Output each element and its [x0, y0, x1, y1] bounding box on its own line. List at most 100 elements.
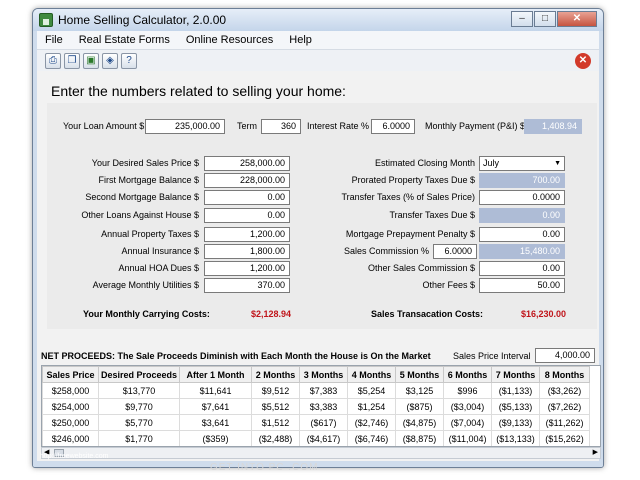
loan-amount-field[interactable]: 235,000.00	[145, 119, 225, 134]
status-url: http://freewebsite.com	[40, 453, 109, 460]
table-cell: $9,512	[251, 382, 301, 399]
copy-icon[interactable]: ❐	[64, 53, 80, 69]
horizontal-scrollbar[interactable]: ◀ ▶	[41, 447, 601, 459]
menu-real-estate-forms[interactable]: Real Estate Forms	[71, 34, 178, 46]
closing-month-select[interactable]: July ▼	[479, 156, 565, 171]
other-loans-field[interactable]: 0.00	[204, 208, 290, 223]
table-cell: ($11,262)	[539, 414, 591, 431]
column-header[interactable]: 6 Months	[443, 366, 493, 383]
second-mortgage-label: Second Mortgage Balance $	[85, 192, 199, 202]
maximize-button[interactable]: □	[534, 11, 556, 27]
menu-online-resources[interactable]: Online Resources	[178, 34, 281, 46]
desired-sales-price-field[interactable]: 258,000.00	[204, 156, 290, 171]
other-fees-field[interactable]: 50.00	[479, 278, 565, 293]
chevron-down-icon: ▼	[554, 160, 561, 167]
sales-commission-value: 15,480.00	[479, 244, 565, 259]
table-cell: ($13,133)	[491, 430, 541, 446]
column-header[interactable]: 7 Months	[491, 366, 541, 383]
hoa-dues-field[interactable]: 1,200.00	[204, 261, 290, 276]
column-header[interactable]: After 1 Month	[179, 366, 253, 383]
table-row[interactable]: $258,000 $13,770 $11,641 $9,512 $7,383 $…	[42, 382, 591, 399]
table-cell: $1,512	[251, 414, 301, 431]
table-header-row: Sales Price Desired Proceeds After 1 Mon…	[42, 366, 591, 383]
property-taxes-field[interactable]: 1,200.00	[204, 227, 290, 242]
app-window: Home Selling Calculator, 2.0.00 – □ ✕ Fi…	[32, 8, 604, 468]
table-row[interactable]: $246,000 $1,770 ($359) ($2,488) ($4,617)…	[42, 430, 591, 446]
monthly-utilities-field[interactable]: 370.00	[204, 278, 290, 293]
table-row[interactable]: $250,000 $5,770 $3,641 $1,512 ($617) ($2…	[42, 414, 591, 431]
close-form-icon[interactable]: ✕	[575, 53, 591, 69]
minimize-button[interactable]: –	[511, 11, 533, 27]
table-cell: $254,000	[42, 398, 99, 415]
column-header[interactable]: 5 Months	[395, 366, 445, 383]
sales-commission-label: Sales Commission %	[343, 246, 429, 256]
sales-price-interval-field[interactable]: 4,000.00	[535, 348, 595, 363]
closing-month-value: July	[483, 158, 500, 168]
monthly-payment-value: 1,408.94	[524, 119, 582, 134]
table-cell: ($4,875)	[395, 414, 445, 431]
sales-commission-pct-field[interactable]: 6.0000	[433, 244, 477, 259]
table-cell: ($4,617)	[299, 430, 349, 446]
table-cell: $1,254	[347, 398, 397, 415]
column-header[interactable]: Sales Price	[42, 366, 99, 383]
monthly-payment-label: Monthly Payment (P&I) $	[425, 121, 526, 131]
column-header[interactable]: 3 Months	[299, 366, 349, 383]
prorated-taxes-value: 700.00	[479, 173, 565, 188]
menu-file[interactable]: File	[37, 34, 71, 46]
save-icon[interactable]: ▣	[83, 53, 99, 69]
annual-insurance-label: Annual Insurance $	[121, 246, 199, 256]
menu-help[interactable]: Help	[281, 34, 320, 46]
table-cell: ($9,133)	[491, 414, 541, 431]
table-cell: ($359)	[179, 430, 253, 446]
scroll-right-icon[interactable]: ▶	[593, 448, 598, 458]
navigate-icon[interactable]: ◈	[102, 53, 118, 69]
table-cell: $5,770	[97, 414, 181, 431]
first-mortgage-field[interactable]: 228,000.00	[204, 173, 290, 188]
transfer-taxes-pct-label: Transfer Taxes (% of Sales Price)	[341, 192, 475, 202]
close-button[interactable]: ✕	[557, 11, 597, 27]
table-cell: ($875)	[395, 398, 445, 415]
transfer-taxes-pct-field[interactable]: 0.0000	[479, 190, 565, 205]
net-proceeds-title: NET PROCEEDS: The Sale Proceeds Diminish…	[41, 351, 431, 361]
column-header[interactable]: Desired Proceeds	[97, 366, 181, 383]
table-cell: ($8,875)	[395, 430, 445, 446]
second-mortgage-field[interactable]: 0.00	[204, 190, 290, 205]
other-commission-field[interactable]: 0.00	[479, 261, 565, 276]
prepayment-penalty-field[interactable]: 0.00	[479, 227, 565, 242]
interest-rate-field[interactable]: 6.0000	[371, 119, 415, 134]
transaction-costs-label: Sales Transacation Costs:	[371, 309, 484, 319]
printer-icon[interactable]: ⎙	[45, 53, 61, 69]
column-header[interactable]: 4 Months	[347, 366, 397, 383]
transfer-taxes-due-label: Transfer Taxes Due $	[389, 210, 475, 220]
table-cell: $11,641	[179, 382, 253, 399]
table-cell: ($15,262)	[539, 430, 591, 446]
help-icon[interactable]: ?	[121, 53, 137, 69]
table-cell: ($617)	[299, 414, 349, 431]
table-cell: $5,512	[251, 398, 301, 415]
table-cell: ($3,262)	[539, 382, 591, 399]
other-fees-label: Other Fees $	[422, 280, 475, 290]
closing-month-label: Estimated Closing Month	[374, 158, 475, 168]
prepayment-penalty-label: Mortgage Prepayment Penalty $	[345, 229, 475, 239]
table-cell: $258,000	[42, 382, 99, 399]
net-proceeds-bar: NET PROCEEDS: The Sale Proceeds Diminish…	[37, 347, 597, 365]
menu-bar: File Real Estate Forms Online Resources …	[37, 31, 599, 49]
table-cell: $3,383	[299, 398, 349, 415]
first-mortgage-label: First Mortgage Balance $	[98, 175, 199, 185]
column-header[interactable]: 8 Months	[539, 366, 591, 383]
title-bar: Home Selling Calculator, 2.0.00 – □ ✕	[33, 9, 603, 31]
carrying-costs-value: $2,128.94	[251, 309, 292, 319]
table-row[interactable]: $254,000 $9,770 $7,641 $5,512 $3,383 $1,…	[42, 398, 591, 415]
table-cell: ($2,488)	[251, 430, 301, 446]
table-cell: $3,641	[179, 414, 253, 431]
annual-insurance-field[interactable]: 1,800.00	[204, 244, 290, 259]
column-header[interactable]: 2 Months	[251, 366, 301, 383]
table-cell: $246,000	[42, 430, 99, 446]
term-field[interactable]: 360	[261, 119, 301, 134]
other-commission-label: Other Sales Commission $	[367, 263, 475, 273]
toolbar: ⎙ ❐ ▣ ◈ ? ✕	[37, 49, 599, 71]
table-cell: ($11,004)	[443, 430, 493, 446]
table-cell: ($1,133)	[491, 382, 541, 399]
house-icon	[39, 13, 53, 27]
interest-rate-label: Interest Rate %	[307, 121, 370, 131]
